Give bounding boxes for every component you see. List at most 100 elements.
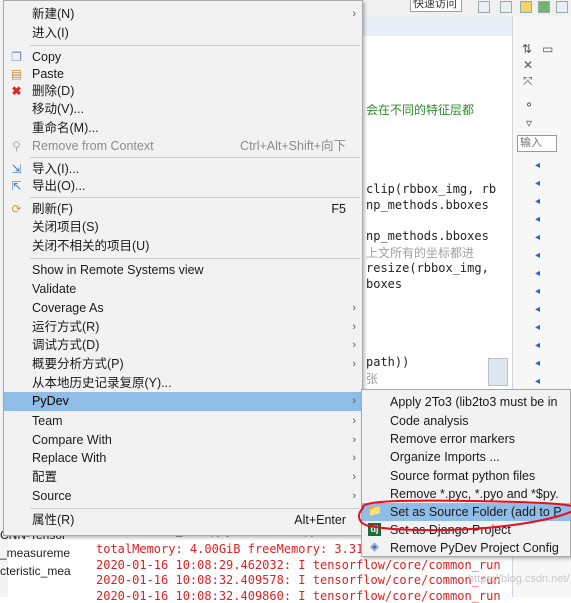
menu-item-delete[interactable]: ✖ 删除(D) — [4, 82, 362, 101]
submenu-arrow-icon: › — [352, 321, 356, 333]
outline-marker: ◂ — [535, 286, 541, 297]
menu-item-refresh[interactable]: ⟳ 刷新(F) F5 — [4, 200, 362, 219]
menu-item-compare-with[interactable]: Compare With › — [4, 431, 362, 450]
menu-item-profile-as[interactable]: 概要分析方式(P) › — [4, 355, 362, 374]
menu-separator — [30, 508, 360, 509]
menu-item-label: 移动(V)... — [32, 102, 85, 116]
menu-item-label: PyDev — [32, 394, 69, 408]
view-menu-icon[interactable]: ▿ — [526, 116, 532, 130]
editor-scrollbar-thumb[interactable] — [488, 358, 508, 386]
outline-marker: ◂ — [535, 214, 541, 225]
menu-item-label: Coverage As — [32, 301, 104, 315]
menu-item-label: Source — [32, 489, 72, 503]
menu-item-run-as[interactable]: 运行方式(R) › — [4, 318, 362, 337]
menu-item-move[interactable]: 移动(V)... — [4, 100, 362, 119]
code-line[interactable]: np_methods.bboxes — [366, 229, 489, 243]
menu-item-properties[interactable]: 属性(R) Alt+Enter — [4, 511, 362, 530]
menu-item-label: 调试方式(D) — [32, 338, 100, 352]
perspective-other-icon[interactable] — [556, 1, 568, 13]
red-annotation-circle — [358, 499, 571, 532]
menu-item-export[interactable]: ⇱ 导出(O)... — [4, 177, 362, 196]
code-line[interactable]: path)) — [366, 355, 409, 369]
menu-item-label: 重命名(M)... — [32, 121, 99, 135]
menu-item-close-unrelated[interactable]: 关闭不相关的项目(U) — [4, 237, 362, 256]
console-line: 2020-01-16 10:08:32.409860: I tensorflow… — [96, 589, 501, 603]
submenu-item-organize-imports[interactable]: Organize Imports ... — [362, 448, 570, 466]
menu-item-source[interactable]: Source › — [4, 487, 362, 506]
context-menu: 新建(N) › 进入(I) ❐ Copy ▤ Paste ✖ 删除(D) 移动(… — [3, 0, 363, 536]
submenu-item-source-format[interactable]: Source format python files — [362, 467, 570, 485]
submenu-item-remove-pydev-config[interactable]: ◈ Remove PyDev Project Config — [362, 539, 570, 556]
menu-item-rename[interactable]: 重命名(M)... — [4, 119, 362, 138]
menu-item-remove-from-context[interactable]: ⚲ Remove from Context Ctrl+Alt+Shift+向下 — [4, 137, 362, 156]
toolbar-layout-icon[interactable] — [478, 1, 490, 13]
submenu-arrow-icon: › — [352, 358, 356, 370]
menu-item-debug-as[interactable]: 调试方式(D) › — [4, 336, 362, 355]
outline-marker: ◂ — [535, 178, 541, 189]
menu-item-coverage-as[interactable]: Coverage As › — [4, 299, 362, 318]
menu-item-label: Remove PyDev Project Config — [390, 541, 559, 555]
submenu-item-remove-error-markers[interactable]: Remove error markers — [362, 430, 570, 448]
menu-item-label: 属性(R) — [32, 513, 75, 527]
menu-item-label: 关闭不相关的项目(U) — [32, 239, 150, 253]
toolbar-grid-icon[interactable] — [500, 1, 512, 13]
menu-item-close-project[interactable]: 关闭项目(S) — [4, 218, 362, 237]
editor-tab-bar — [362, 16, 513, 36]
menu-item-replace-with[interactable]: Replace With › — [4, 449, 362, 468]
code-line[interactable]: np_methods.bboxes — [366, 198, 489, 212]
import-icon: ⇲ — [11, 162, 22, 176]
menu-item-label: Compare With — [32, 433, 112, 447]
menu-item-configure[interactable]: 配置 › — [4, 468, 362, 487]
menu-separator — [30, 45, 360, 46]
perspective-pydev-icon[interactable] — [520, 1, 532, 13]
collapse-icon[interactable]: ✕ — [523, 58, 533, 72]
menu-item-team[interactable]: Team › — [4, 412, 362, 431]
menu-separator — [30, 258, 360, 259]
project-tree-item[interactable]: cteristic_mea — [0, 564, 71, 578]
refresh-icon: ⟳ — [11, 202, 22, 216]
menu-item-label: Remove error markers — [390, 432, 516, 446]
menu-item-pydev[interactable]: PyDev › — [4, 392, 362, 411]
submenu-arrow-icon: › — [352, 339, 356, 351]
submenu-arrow-icon: › — [352, 302, 356, 314]
menu-item-validate[interactable]: Validate — [4, 280, 362, 299]
menu-item-label: 概要分析方式(P) — [32, 357, 124, 371]
quick-access-field[interactable]: 快速访问 — [410, 0, 462, 12]
expand-icon[interactable]: ⤧ — [523, 74, 533, 89]
project-tree-item[interactable]: _measureme — [0, 546, 70, 560]
code-comment: 会在不同的特征层都 — [366, 103, 475, 117]
code-comment: 上文所有的坐标都进 — [366, 246, 475, 260]
menu-item-label: Show in Remote Systems view — [32, 263, 204, 277]
menu-item-show-remote[interactable]: Show in Remote Systems view — [4, 261, 362, 280]
code-line[interactable]: clip(rbbox_img, rb — [366, 182, 496, 196]
menu-item-label: 刷新(F) — [32, 202, 73, 216]
paste-icon: ▤ — [10, 67, 23, 81]
menu-item-new[interactable]: 新建(N) › — [4, 5, 362, 24]
sort-az-icon[interactable]: ⇅ — [522, 42, 532, 56]
minimize-icon[interactable]: ▭ — [542, 42, 553, 56]
remove-context-icon: ⚲ — [12, 139, 21, 153]
pydev-config-icon: ◈ — [370, 541, 379, 553]
code-line[interactable]: boxes — [366, 277, 402, 291]
outline-filter-input[interactable] — [517, 135, 557, 152]
export-icon: ⇱ — [11, 179, 22, 193]
submenu-arrow-icon: › — [352, 8, 356, 20]
filter-icon[interactable]: ⚬ — [524, 98, 534, 112]
submenu-item-code-analysis[interactable]: Code analysis — [362, 412, 570, 430]
menu-item-go-into[interactable]: 进入(I) — [4, 24, 362, 43]
submenu-item-apply-2to3[interactable]: Apply 2To3 (lib2to3 must be in — [362, 393, 570, 411]
menu-item-label: 关闭项目(S) — [32, 220, 99, 234]
submenu-arrow-icon: › — [352, 395, 356, 407]
outline-marker: ◂ — [535, 322, 541, 333]
menu-shortcut: Alt+Enter — [294, 513, 346, 527]
outline-marker: ◂ — [535, 232, 541, 243]
code-line[interactable]: resize(rbbox_img, — [366, 261, 489, 275]
menu-item-label: Source format python files — [390, 469, 536, 483]
outline-marker: ◂ — [535, 358, 541, 369]
console-line: totalMemory: 4.00GiB freeMemory: 3.31G — [96, 542, 371, 556]
perspective-debug-icon[interactable] — [538, 1, 550, 13]
menu-item-restore-history[interactable]: 从本地历史记录复原(Y)... — [4, 374, 362, 393]
copy-icon: ❐ — [11, 50, 22, 64]
outline-marker: ◂ — [535, 160, 541, 171]
code-comment: 张 — [366, 372, 379, 386]
